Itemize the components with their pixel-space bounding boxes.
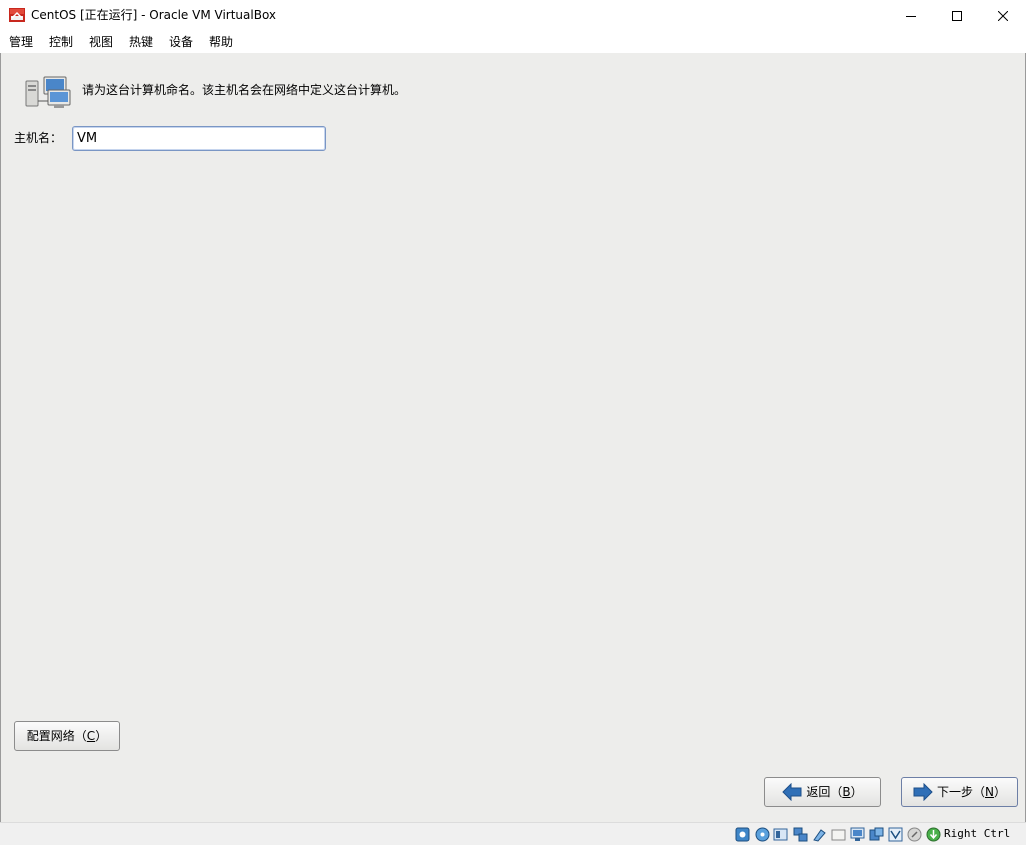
audio-icon[interactable] bbox=[773, 827, 788, 842]
configure-network-label: 配置网络（ bbox=[26, 729, 87, 743]
next-mnemonic: N bbox=[985, 785, 994, 799]
back-suffix: ） bbox=[850, 785, 863, 799]
next-suffix: ） bbox=[993, 785, 1006, 799]
hostname-label: 主机名： bbox=[14, 131, 63, 145]
arrow-left-icon bbox=[782, 783, 802, 801]
hard-disk-icon[interactable] bbox=[735, 827, 750, 842]
next-label: 下一步（ bbox=[936, 785, 985, 799]
hostname-input[interactable] bbox=[72, 126, 326, 151]
guest-screen[interactable] bbox=[1, 53, 1025, 822]
maximize-button[interactable] bbox=[934, 0, 980, 31]
hostname-prompt: 请为这台计算机命名。该主机名会在网络中定义这台计算机。 bbox=[82, 83, 407, 97]
arrow-right-icon bbox=[913, 783, 933, 801]
network-icon[interactable] bbox=[793, 827, 808, 842]
video-capture-icon[interactable] bbox=[869, 827, 884, 842]
minimize-icon bbox=[906, 15, 916, 17]
keyboard-capture-icon[interactable] bbox=[926, 827, 941, 842]
shared-folders-icon[interactable] bbox=[831, 827, 846, 842]
close-icon bbox=[998, 10, 1008, 21]
configure-network-suffix: ） bbox=[95, 729, 108, 743]
network-computers-icon bbox=[25, 76, 71, 108]
menu-bar: 管理 控制 视图 热键 设备 帮助 bbox=[0, 31, 1026, 53]
next-button[interactable]: 下一步（ N） bbox=[901, 777, 1018, 807]
title-bar: CentOS [正在运行] - Oracle VM VirtualBox bbox=[0, 0, 1026, 31]
optical-drive-icon[interactable] bbox=[755, 827, 770, 842]
menu-hotkeys[interactable]: 热键 bbox=[129, 35, 153, 49]
menu-control[interactable]: 控制 bbox=[49, 35, 73, 49]
menu-devices[interactable]: 设备 bbox=[169, 35, 193, 49]
configure-network-mnemonic: C bbox=[86, 729, 96, 743]
minimize-button[interactable] bbox=[888, 0, 934, 31]
virtualization-icon[interactable] bbox=[888, 827, 903, 842]
menu-view[interactable]: 视图 bbox=[89, 35, 113, 49]
back-label: 返回（ bbox=[806, 785, 843, 799]
window-title: CentOS [正在运行] - Oracle VM VirtualBox bbox=[31, 8, 277, 22]
close-button[interactable] bbox=[980, 0, 1026, 31]
menu-manage[interactable]: 管理 bbox=[9, 35, 33, 49]
back-mnemonic: B bbox=[842, 785, 851, 799]
back-button[interactable]: 返回（ B） bbox=[764, 777, 881, 807]
host-key-label: Right Ctrl bbox=[944, 827, 1011, 840]
status-bar: Right Ctrl bbox=[0, 822, 1026, 845]
display-icon[interactable] bbox=[850, 827, 865, 842]
virtualbox-app-icon bbox=[9, 8, 25, 22]
configure-network-button[interactable]: 配置网络（ C） bbox=[14, 721, 120, 751]
maximize-icon bbox=[952, 10, 962, 21]
mouse-integration-icon[interactable] bbox=[907, 827, 922, 842]
usb-icon[interactable] bbox=[812, 827, 827, 842]
menu-help[interactable]: 帮助 bbox=[209, 35, 233, 49]
